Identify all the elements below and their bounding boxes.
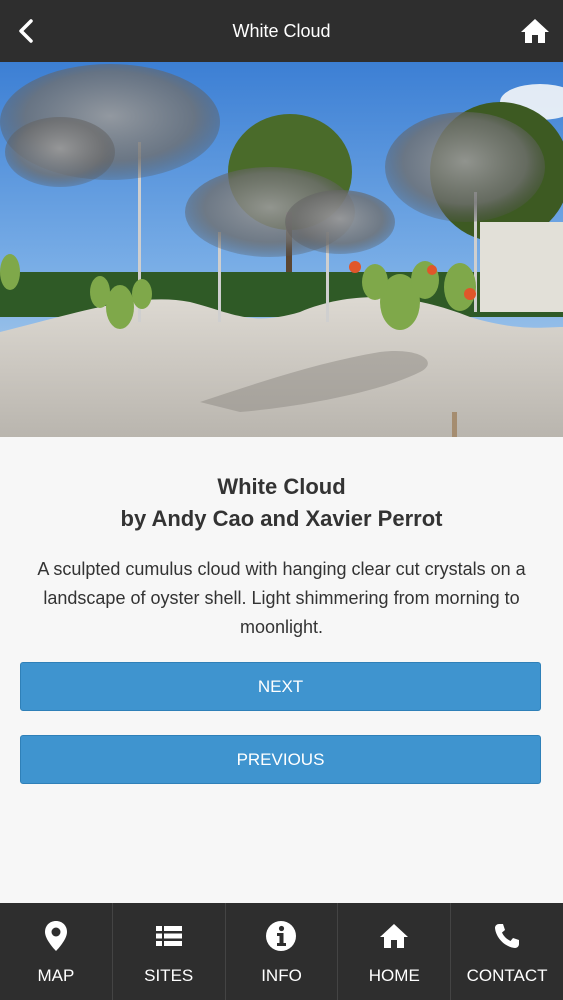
artwork-byline: by Andy Cao and Xavier Perrot (120, 506, 443, 531)
tab-home[interactable]: HOME (338, 903, 452, 1000)
tab-contact[interactable]: CONTACT (451, 903, 563, 1000)
tab-map[interactable]: MAP (0, 903, 113, 1000)
phone-icon (495, 924, 520, 948)
map-pin-icon (44, 921, 67, 951)
tab-info[interactable]: INFO (226, 903, 339, 1000)
page-title: White Cloud (232, 20, 331, 41)
back-button[interactable] (8, 12, 44, 50)
previous-button[interactable]: PREVIOUS (20, 735, 541, 784)
list-icon (155, 926, 182, 946)
artwork-title: White Cloud (217, 474, 346, 499)
top-bar: White Cloud (0, 0, 563, 62)
bottom-tab-bar: MAP SITES INFO HOME CONTACT (0, 903, 563, 1000)
tab-label: MAP (37, 966, 75, 985)
next-button[interactable]: NEXT (20, 662, 541, 711)
home-button[interactable] (515, 12, 555, 50)
tab-label: SITES (144, 966, 194, 985)
tab-label: INFO (261, 966, 302, 985)
hero-image (0, 62, 563, 437)
artwork-details: White Cloud by Andy Cao and Xavier Perro… (0, 437, 563, 642)
home-icon (521, 19, 549, 43)
info-icon (266, 921, 297, 951)
tab-sites[interactable]: SITES (113, 903, 226, 1000)
chevron-left-icon (19, 19, 33, 43)
home-icon (380, 924, 409, 948)
tab-label: HOME (368, 966, 420, 985)
artwork-heading: White Cloud by Andy Cao and Xavier Perro… (0, 437, 563, 535)
tab-label: CONTACT (466, 966, 548, 985)
artwork-description: A sculpted cumulus cloud with hanging cl… (37, 559, 526, 637)
